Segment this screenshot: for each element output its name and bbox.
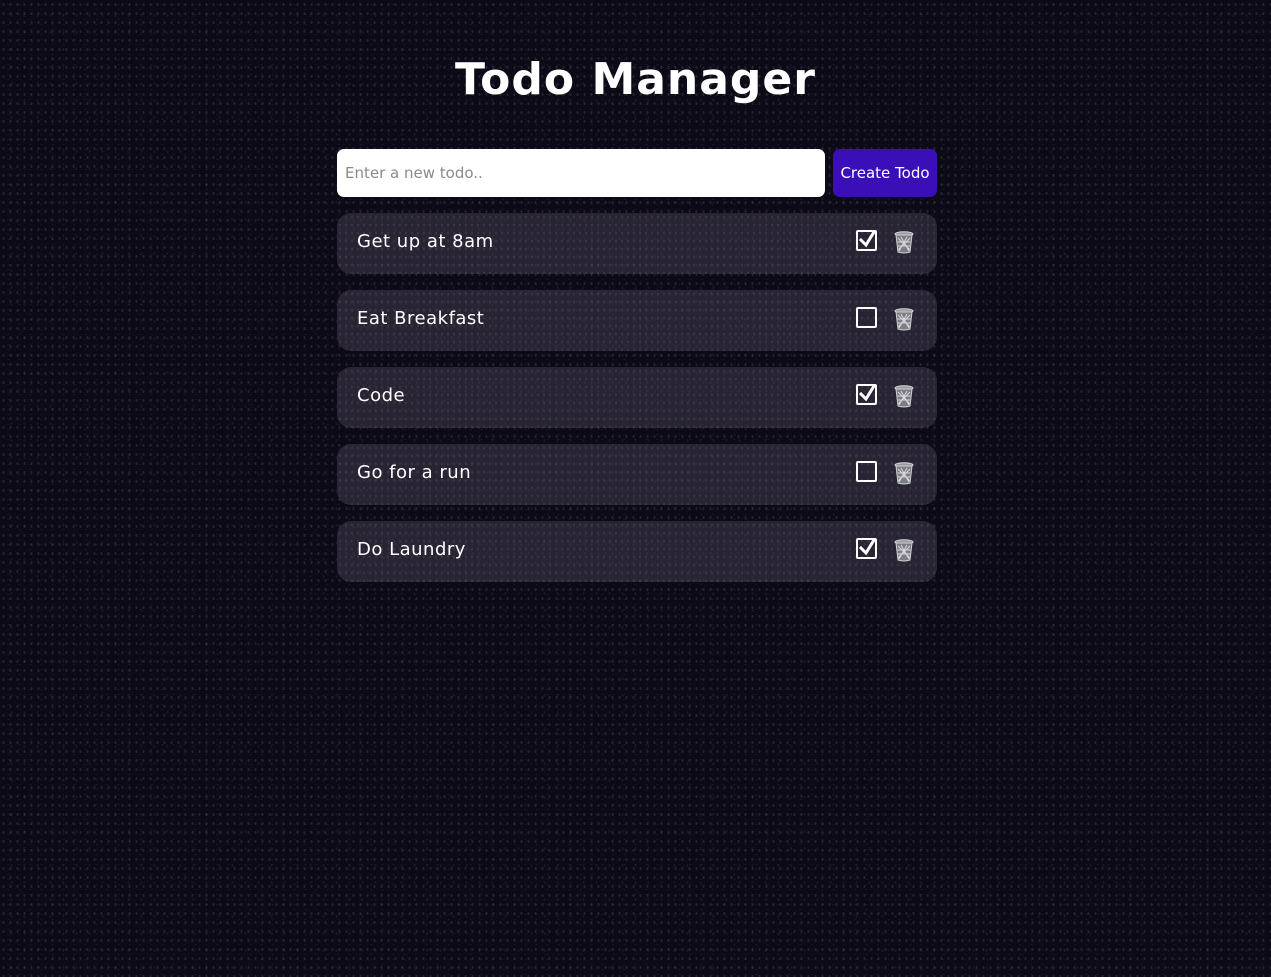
- check-icon: [859, 383, 877, 402]
- todo-checkbox[interactable]: [856, 383, 877, 405]
- trash-icon[interactable]: [893, 538, 915, 562]
- todo-text: Get up at 8am: [357, 231, 494, 252]
- create-todo-button[interactable]: Create Todo: [833, 149, 937, 197]
- todo-item: Eat Breakfast: [337, 290, 937, 351]
- new-todo-form: Create Todo: [337, 149, 937, 197]
- todo-text: Go for a run: [357, 462, 472, 483]
- check-icon: [859, 537, 877, 556]
- todo-item: Go for a run: [337, 444, 937, 505]
- todo-item: Code: [337, 367, 937, 428]
- todo-text: Do Laundry: [357, 539, 466, 560]
- trash-icon[interactable]: [893, 461, 915, 485]
- check-icon: [859, 229, 877, 248]
- trash-icon[interactable]: [893, 384, 915, 408]
- todo-text: Eat Breakfast: [357, 308, 485, 329]
- todo-checkbox[interactable]: [856, 229, 877, 251]
- todo-checkbox[interactable]: [856, 461, 877, 482]
- todo-checkbox[interactable]: [856, 537, 877, 559]
- todo-text: Code: [357, 385, 406, 406]
- todo-item: Get up at 8am: [337, 213, 937, 274]
- trash-icon[interactable]: [893, 230, 915, 254]
- new-todo-input[interactable]: [337, 149, 825, 197]
- todo-list: Get up at 8am Eat Breakfast Code Go for …: [337, 213, 937, 598]
- trash-icon[interactable]: [893, 307, 915, 331]
- page-title: Todo Manager: [455, 54, 816, 105]
- todo-checkbox[interactable]: [856, 307, 877, 328]
- todo-item: Do Laundry: [337, 521, 937, 582]
